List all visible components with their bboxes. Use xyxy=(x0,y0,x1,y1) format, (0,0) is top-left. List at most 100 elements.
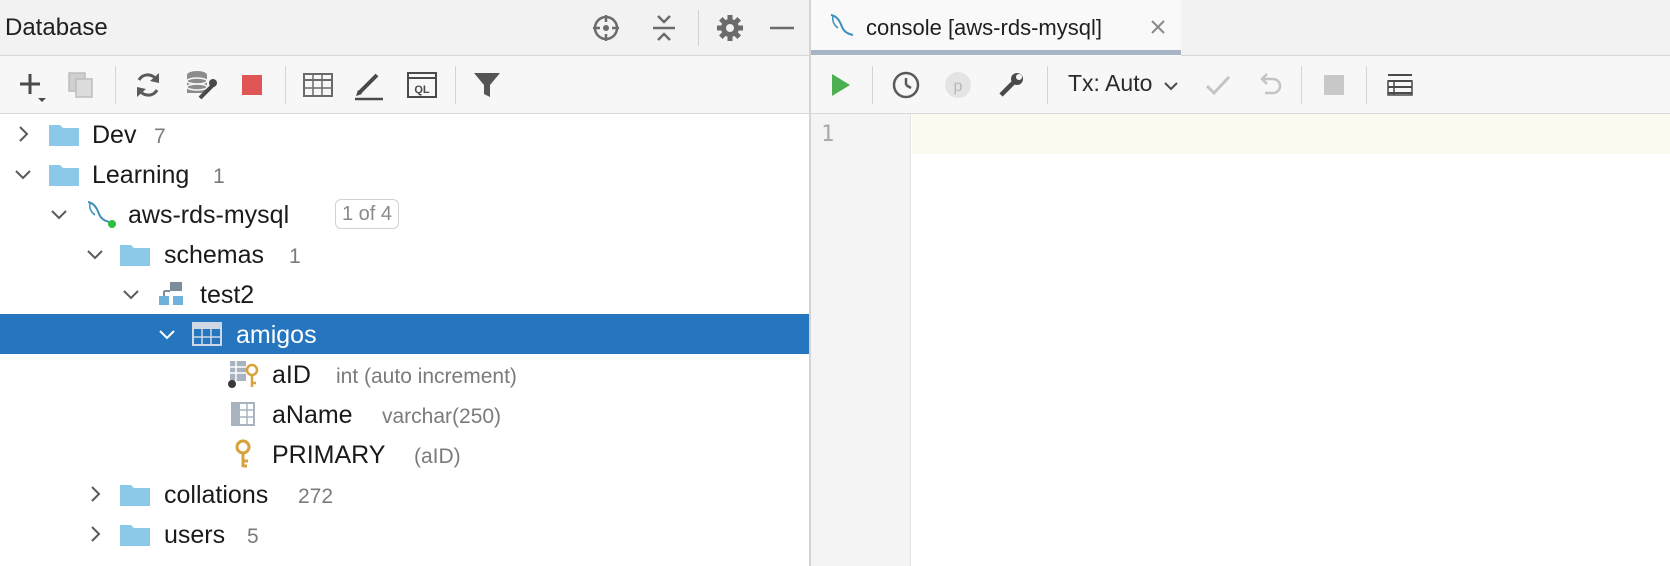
editor-tab-strip: console [aws-rds-mysql] xyxy=(811,0,1670,56)
run-icon[interactable] xyxy=(823,68,857,102)
database-toolbar: QL xyxy=(0,56,809,114)
crosshair-icon[interactable] xyxy=(590,12,622,44)
current-line-highlight[interactable] xyxy=(912,114,1670,154)
chevron-down-icon[interactable] xyxy=(11,162,35,186)
tree-node-users[interactable]: users 5 xyxy=(0,514,809,554)
stop-icon[interactable] xyxy=(1317,68,1351,102)
folder-icon xyxy=(47,119,81,149)
column-name: aID xyxy=(272,361,311,389)
tree-node-learning[interactable]: Learning 1 xyxy=(0,154,809,194)
tree-node-amigos[interactable]: amigos xyxy=(0,314,809,354)
output-table-icon[interactable] xyxy=(1383,68,1417,102)
database-panel-header: Database xyxy=(0,0,809,56)
tree-node-label: collations xyxy=(164,481,269,509)
tab-label: console [aws-rds-mysql] xyxy=(866,15,1102,40)
toolbar-separator xyxy=(115,66,116,104)
folder-icon xyxy=(118,519,152,549)
tree-node-test2[interactable]: test2 xyxy=(0,274,809,314)
toolbar-separator xyxy=(455,66,456,104)
sql-editor[interactable]: 1 xyxy=(811,114,1670,566)
column-type: int (auto increment) xyxy=(336,365,517,388)
jump-to-console-icon[interactable]: QL xyxy=(405,68,439,102)
toolbar-separator xyxy=(1366,66,1367,104)
header-separator xyxy=(698,10,699,46)
toolbar-separator xyxy=(1047,66,1048,104)
chevron-right-icon[interactable] xyxy=(83,482,107,506)
schema-icon xyxy=(154,279,188,309)
tree-node-aname-column[interactable]: aName varchar(250) xyxy=(0,394,809,434)
tree-node-label: test2 xyxy=(200,281,255,309)
folder-icon xyxy=(118,239,152,269)
panel-title: Database xyxy=(5,14,108,41)
tree-node-count: 272 xyxy=(298,485,334,508)
filter-icon[interactable] xyxy=(470,68,504,102)
close-icon[interactable] xyxy=(1147,16,1169,38)
chevron-down-icon[interactable] xyxy=(47,202,71,226)
tree-node-schemas[interactable]: schemas 1 xyxy=(0,234,809,274)
tree-node-collations[interactable]: collations 272 xyxy=(0,474,809,514)
chevron-down-icon[interactable] xyxy=(155,322,179,346)
stop-icon[interactable] xyxy=(235,68,269,102)
settings-wrench-icon[interactable] xyxy=(994,68,1028,102)
chevron-down-icon[interactable] xyxy=(83,242,107,266)
table-icon xyxy=(190,319,224,349)
toolbar-separator xyxy=(285,66,286,104)
mysql-icon xyxy=(83,199,117,229)
database-tree: Dev 7 Learning 1 aws-rds-mysql 1 of 4 sc… xyxy=(0,114,809,566)
key-icon xyxy=(226,439,260,469)
tree-node-primary-key[interactable]: PRIMARY (aID) xyxy=(0,434,809,474)
toolbar-separator xyxy=(1301,66,1302,104)
tree-node-label: Learning xyxy=(92,161,190,189)
tree-node-count: 7 xyxy=(154,125,166,148)
history-icon[interactable] xyxy=(889,68,923,102)
active-tab-indicator xyxy=(811,50,1181,55)
tree-node-aws-rds-mysql[interactable]: aws-rds-mysql 1 of 4 xyxy=(0,194,809,234)
tree-node-label: users xyxy=(164,521,226,549)
tree-node-aid-column[interactable]: aID int (auto increment) xyxy=(0,354,809,394)
duplicate-icon[interactable] xyxy=(64,68,98,102)
gear-icon[interactable] xyxy=(714,12,746,44)
tab-console[interactable]: console [aws-rds-mysql] xyxy=(811,0,1181,56)
mysql-icon xyxy=(827,12,857,42)
column-icon xyxy=(226,399,260,429)
refresh-icon[interactable] xyxy=(131,68,165,102)
chevron-down-icon[interactable] xyxy=(1161,76,1181,96)
database-panel: Database QL Dev 7 Learning 1 aws-rds-mys… xyxy=(0,0,809,566)
minimize-icon[interactable] xyxy=(766,12,798,44)
edit-icon[interactable] xyxy=(352,68,386,102)
chevron-down-icon[interactable] xyxy=(119,282,143,306)
tree-node-count: 1 xyxy=(213,165,225,188)
svg-text:p: p xyxy=(954,78,963,95)
primary-key-column-icon xyxy=(226,359,260,389)
folder-icon xyxy=(47,159,81,189)
tree-node-count: 5 xyxy=(247,525,259,548)
tree-node-label: amigos xyxy=(236,321,317,349)
tree-node-label: aws-rds-mysql xyxy=(128,201,290,229)
line-number: 1 xyxy=(821,122,835,147)
toolbar-separator xyxy=(872,66,873,104)
tree-node-dev[interactable]: Dev 7 xyxy=(0,114,809,154)
table-view-icon[interactable] xyxy=(301,68,335,102)
svg-text:QL: QL xyxy=(414,84,430,96)
collapse-all-icon[interactable] xyxy=(648,12,680,44)
console-toolbar: p Tx: Auto xyxy=(811,56,1670,114)
tree-node-count: 1 xyxy=(289,245,301,268)
chevron-right-icon[interactable] xyxy=(11,122,35,146)
editor-gutter: 1 xyxy=(811,114,911,566)
parameters-icon[interactable]: p xyxy=(941,68,975,102)
tree-node-label: schemas xyxy=(164,241,265,269)
transaction-mode-dropdown[interactable]: Tx: Auto xyxy=(1068,70,1152,97)
commit-icon[interactable] xyxy=(1201,68,1235,102)
rollback-icon[interactable] xyxy=(1253,68,1287,102)
key-columns: (aID) xyxy=(414,445,461,468)
chevron-right-icon[interactable] xyxy=(83,522,107,546)
tree-node-label: Dev xyxy=(92,121,137,149)
key-name: PRIMARY xyxy=(272,441,386,469)
column-name: aName xyxy=(272,401,353,429)
column-type: varchar(250) xyxy=(382,405,502,428)
connection-badge: 1 of 4 xyxy=(335,199,400,229)
add-icon[interactable] xyxy=(14,68,48,102)
datasource-properties-icon[interactable] xyxy=(184,68,218,102)
console-panel: console [aws-rds-mysql] p Tx: Auto 1 xyxy=(811,0,1670,566)
folder-icon xyxy=(118,479,152,509)
